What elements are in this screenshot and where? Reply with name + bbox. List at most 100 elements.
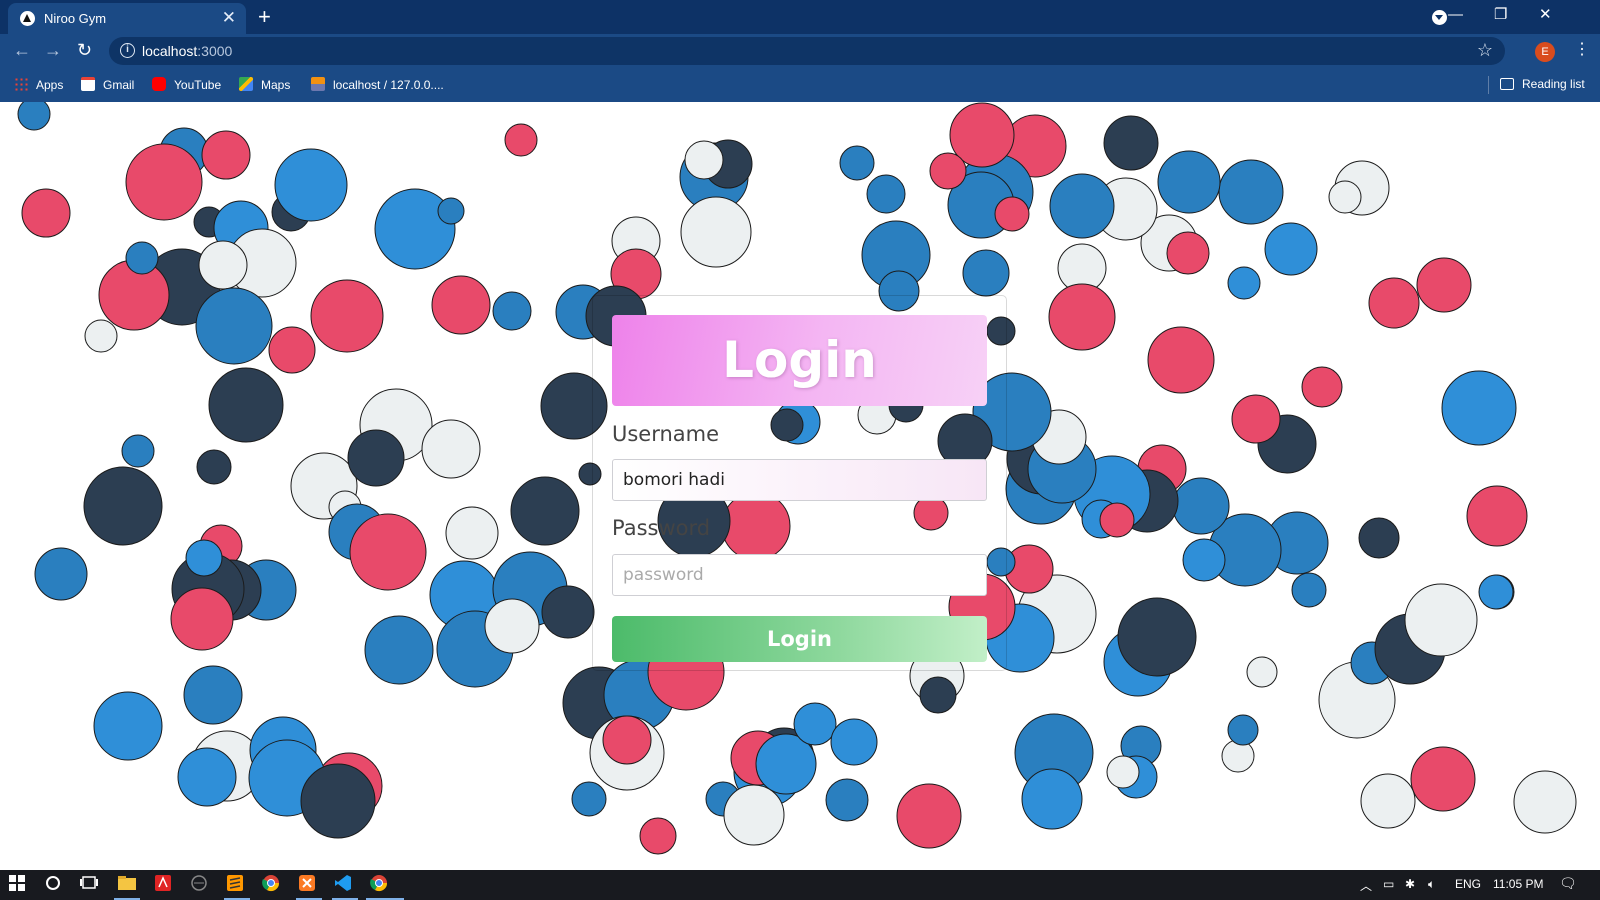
decorative-bubble	[1218, 159, 1284, 225]
decorative-bubble	[1227, 266, 1261, 300]
password-input[interactable]	[612, 554, 987, 596]
decorative-bubble	[300, 763, 376, 839]
site-info-icon[interactable]: i	[120, 43, 135, 58]
decorative-bubble	[571, 781, 607, 817]
vscode-icon[interactable]	[334, 874, 356, 896]
decorative-bubble	[1368, 277, 1420, 329]
app-circle-icon[interactable]	[190, 874, 212, 896]
chrome-menu-icon[interactable]: ⋮	[1574, 40, 1590, 60]
tray-chevron-icon[interactable]: ︿	[1360, 877, 1372, 894]
decorative-bubble	[484, 598, 540, 654]
windows-start-icon[interactable]	[8, 874, 30, 896]
decorative-bubble	[437, 197, 465, 225]
search-icon[interactable]	[44, 874, 66, 896]
forward-icon[interactable]: →	[44, 39, 62, 61]
decorative-bubble	[1264, 222, 1318, 276]
decorative-bubble	[866, 174, 906, 214]
username-input[interactable]	[612, 459, 987, 501]
back-icon[interactable]: ←	[13, 39, 31, 61]
decorative-bubble	[825, 778, 869, 822]
decorative-bubble	[1441, 370, 1517, 446]
decorative-bubble	[919, 676, 957, 714]
decorative-bubble	[268, 326, 316, 374]
bookmark-gmail[interactable]: Gmail	[81, 77, 134, 92]
profile-dropdown-icon[interactable]	[1432, 10, 1447, 25]
address-bar[interactable]: i localhost:3000 ☆	[109, 37, 1505, 65]
profile-avatar[interactable]: E	[1535, 42, 1555, 62]
bookmark-maps[interactable]: Maps	[239, 77, 290, 92]
decorative-bubble	[1182, 538, 1226, 582]
decorative-bubble	[195, 287, 273, 365]
close-tab-icon[interactable]: ✕	[222, 8, 236, 28]
decorative-bubble	[83, 466, 163, 546]
close-window-icon[interactable]: ✕	[1539, 5, 1552, 25]
decorative-bubble	[201, 130, 251, 180]
decorative-bubble	[21, 188, 71, 238]
bookmark-youtube[interactable]: YouTube	[152, 77, 221, 92]
decorative-bubble	[1021, 768, 1083, 830]
language-indicator[interactable]: ENG	[1455, 877, 1481, 891]
sublime-text-icon[interactable]	[226, 874, 248, 896]
volume-icon[interactable]: 🔈︎	[1428, 877, 1435, 892]
decorative-bubble	[1103, 115, 1159, 171]
decorative-bubble	[17, 102, 51, 131]
decorative-bubble	[1358, 517, 1400, 559]
chrome-icon[interactable]	[262, 874, 284, 896]
new-tab-button[interactable]: +	[258, 3, 271, 31]
decorative-bubble	[1166, 231, 1210, 275]
decorative-bubble	[929, 152, 967, 190]
decorative-bubble	[510, 476, 580, 546]
decorative-bubble	[196, 449, 232, 485]
url-text: localhost:3000	[142, 43, 232, 59]
decorative-bubble	[445, 506, 499, 560]
decorative-bubble	[1301, 366, 1343, 408]
task-view-icon[interactable]	[79, 874, 101, 896]
reload-icon[interactable]: ↻	[77, 39, 92, 61]
decorative-bubble	[1246, 656, 1278, 688]
bookmark-label: Apps	[36, 78, 64, 92]
decorative-bubble	[185, 539, 223, 577]
decorative-bubble	[602, 715, 652, 765]
bookmark-localhost[interactable]: localhost / 127.0.0....	[311, 77, 444, 92]
decorative-bubble	[639, 817, 677, 855]
decorative-bubble	[1099, 502, 1135, 538]
chrome-active-icon[interactable]	[370, 874, 392, 896]
network-icon[interactable]: ✱	[1405, 877, 1415, 891]
decorative-bubble	[492, 291, 532, 331]
windows-taskbar: ︿ ▭ ✱ 🔈︎ ENG 11:05 PM 🗨︎	[0, 870, 1600, 900]
bookmark-apps[interactable]: Apps	[14, 77, 63, 92]
login-button[interactable]: Login	[612, 616, 987, 662]
decorative-bubble	[198, 240, 248, 290]
decorative-bubble	[84, 319, 118, 353]
tab-title: Niroo Gym	[44, 11, 107, 26]
clock[interactable]: 11:05 PM	[1493, 877, 1543, 891]
decorative-bubble	[1048, 283, 1116, 351]
username-label: Username	[612, 422, 720, 446]
decorative-bubble	[793, 702, 837, 746]
url-port: :3000	[197, 43, 233, 59]
login-header: Login	[612, 315, 987, 406]
tab-niroo-gym[interactable]: Niroo Gym ✕	[8, 3, 246, 34]
decorative-bubble	[1478, 574, 1514, 610]
file-explorer-icon[interactable]	[117, 874, 139, 896]
decorative-bubble	[994, 196, 1030, 232]
reading-list-button[interactable]: Reading list	[1500, 77, 1585, 91]
decorative-bubble	[1360, 773, 1416, 829]
acrobat-icon[interactable]	[154, 874, 176, 896]
phpmyadmin-icon	[311, 77, 325, 91]
battery-icon[interactable]: ▭	[1383, 877, 1394, 891]
decorative-bubble	[1416, 257, 1472, 313]
decorative-bubble	[1227, 714, 1259, 746]
xampp-icon[interactable]	[298, 874, 320, 896]
decorative-bubble	[121, 434, 155, 468]
decorative-bubble	[1410, 746, 1476, 812]
minimize-icon[interactable]: —	[1448, 5, 1463, 25]
restore-icon[interactable]: ❐	[1494, 5, 1507, 25]
notifications-icon[interactable]: 🗨︎	[1559, 875, 1577, 892]
decorative-bubble	[1466, 485, 1528, 547]
tab-strip: Niroo Gym ✕ + — ❐ ✕	[0, 0, 1600, 34]
decorative-bubble	[349, 513, 427, 591]
bookmark-star-icon[interactable]: ☆	[1477, 40, 1493, 61]
maps-icon	[239, 77, 253, 91]
decorative-bubble	[274, 148, 348, 222]
